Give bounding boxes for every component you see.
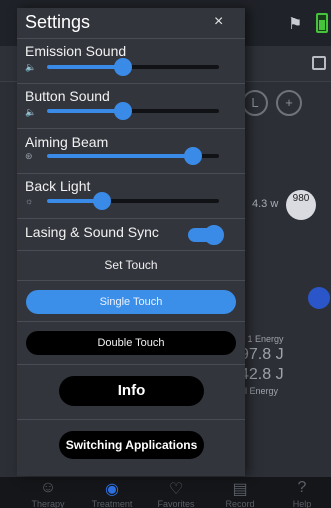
l-button[interactable]: L — [242, 90, 268, 116]
divider — [17, 128, 245, 129]
button-sound-label: Button Sound — [25, 88, 110, 104]
lasing-sound-sync-toggle[interactable] — [188, 225, 224, 245]
button-sound-slider[interactable] — [47, 102, 219, 120]
beam-icon: ⊛ — [25, 151, 33, 161]
speaker-icon: 🔈 — [25, 107, 37, 117]
frequency-value: 980 — [286, 190, 316, 220]
target-icon: ◉ — [105, 481, 119, 498]
slider-thumb[interactable] — [113, 58, 132, 76]
battery-icon — [316, 13, 328, 33]
divider — [17, 173, 245, 174]
back-light-slider[interactable] — [47, 192, 219, 210]
emission-sound-slider[interactable] — [47, 58, 219, 76]
divider — [17, 280, 245, 281]
back-light-label: Back Light — [25, 178, 91, 194]
aiming-beam-slider[interactable] — [47, 147, 219, 165]
settings-title: Settings — [25, 12, 91, 32]
double-touch-button[interactable]: Double Touch — [26, 331, 236, 355]
add-icon[interactable]: + — [276, 90, 302, 116]
energy-total-label: al Energy — [240, 386, 279, 396]
divider — [17, 38, 245, 39]
status-dot[interactable] — [308, 287, 330, 309]
nav-therapy[interactable]: ☺ Therapy — [18, 479, 78, 508]
power-value: 4.3 w — [252, 198, 279, 210]
energy-value-2: 42.8 J — [240, 366, 284, 383]
save-icon[interactable] — [312, 56, 326, 70]
divider — [17, 364, 245, 365]
divider — [17, 218, 245, 219]
nav-help[interactable]: ? Help — [272, 479, 331, 508]
set-touch-label: Set Touch — [104, 258, 158, 272]
slider-thumb[interactable] — [113, 102, 132, 120]
head-icon: ☺ — [39, 479, 57, 496]
sun-icon: ☼ — [25, 196, 34, 206]
energy-value: 97.8 J — [240, 346, 284, 363]
emission-sound-label: Emission Sound — [25, 43, 127, 59]
slider-thumb[interactable] — [184, 147, 203, 165]
nav-treatment[interactable]: ◉ Treatment — [82, 479, 142, 508]
help-icon: ? — [297, 479, 307, 496]
bottom-nav: ☺ Therapy ◉ Treatment ♡ Favorites ▤ Reco… — [0, 476, 331, 508]
speaker-icon: 🔈 — [25, 62, 37, 72]
toggle-knob[interactable] — [204, 225, 224, 245]
divider — [17, 83, 245, 84]
lasing-sound-sync-label: Lasing & Sound Sync — [25, 224, 159, 240]
settings-panel: Settings × Emission Sound 🔈 Button Sound… — [17, 8, 245, 476]
single-touch-button[interactable]: Single Touch — [26, 290, 236, 314]
divider — [17, 250, 245, 251]
heart-icon: ♡ — [168, 481, 184, 498]
nav-favorites[interactable]: ♡ Favorites — [146, 479, 206, 508]
close-icon[interactable]: × — [214, 13, 223, 31]
info-button[interactable]: Info — [59, 376, 204, 406]
divider — [17, 321, 245, 322]
energy-label: e 1 Energy — [240, 334, 284, 344]
clipboard-icon: ▤ — [232, 481, 248, 498]
switching-applications-button[interactable]: Switching Applications — [59, 431, 204, 459]
slider-thumb[interactable] — [93, 192, 112, 210]
divider — [17, 419, 245, 420]
nav-record[interactable]: ▤ Record — [210, 479, 270, 508]
aiming-beam-label: Aiming Beam — [25, 134, 109, 150]
notification-icon[interactable]: ⚑ — [288, 14, 302, 34]
